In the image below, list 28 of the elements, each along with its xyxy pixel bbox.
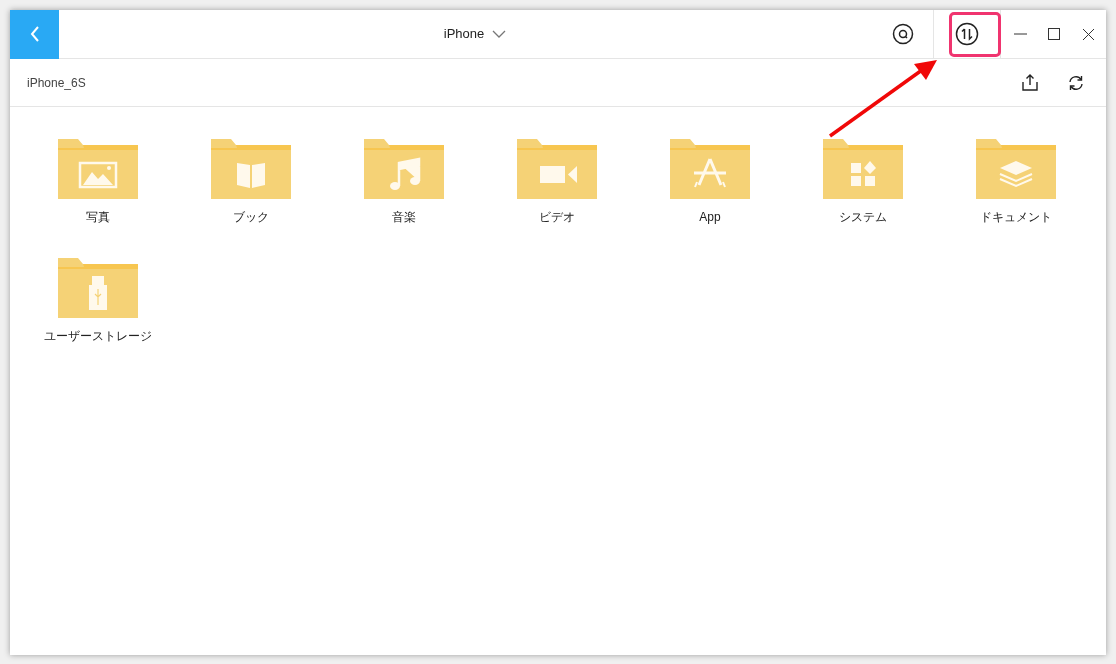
folder-icon[interactable] (58, 139, 138, 199)
back-button[interactable] (10, 9, 59, 59)
maximize-icon (1048, 28, 1060, 40)
folder-label[interactable]: システム (839, 208, 887, 226)
folder-icon[interactable] (517, 139, 597, 199)
folder-label[interactable]: App (699, 208, 721, 226)
close-icon (1082, 28, 1094, 40)
export-button[interactable] (1020, 72, 1040, 93)
breadcrumb: iPhone_6S (27, 74, 87, 92)
folder-label[interactable]: ユーザーストレージ (44, 327, 152, 345)
transfer-button[interactable] (955, 22, 979, 46)
folder-icon[interactable] (823, 139, 903, 199)
folder-label[interactable]: 写真 (86, 208, 110, 226)
folder-label[interactable]: ブック (233, 208, 269, 226)
caret-icon (492, 30, 507, 38)
folder-icon[interactable] (58, 258, 138, 318)
device-dropdown[interactable]: iPhone (443, 24, 507, 44)
folder-label[interactable]: ドキュメント (980, 208, 1052, 226)
highlight-box (949, 12, 1001, 57)
folder-icon[interactable] (976, 139, 1056, 199)
search-button[interactable] (891, 22, 915, 46)
folder-icon[interactable] (670, 139, 750, 199)
chevron-left-icon (28, 25, 41, 43)
folder-label[interactable]: 音楽 (392, 208, 416, 226)
folder-icon[interactable] (364, 139, 444, 199)
folder-icon[interactable] (211, 139, 291, 199)
folder-label[interactable]: ビデオ (539, 208, 575, 226)
minimize-icon (1013, 33, 1027, 35)
